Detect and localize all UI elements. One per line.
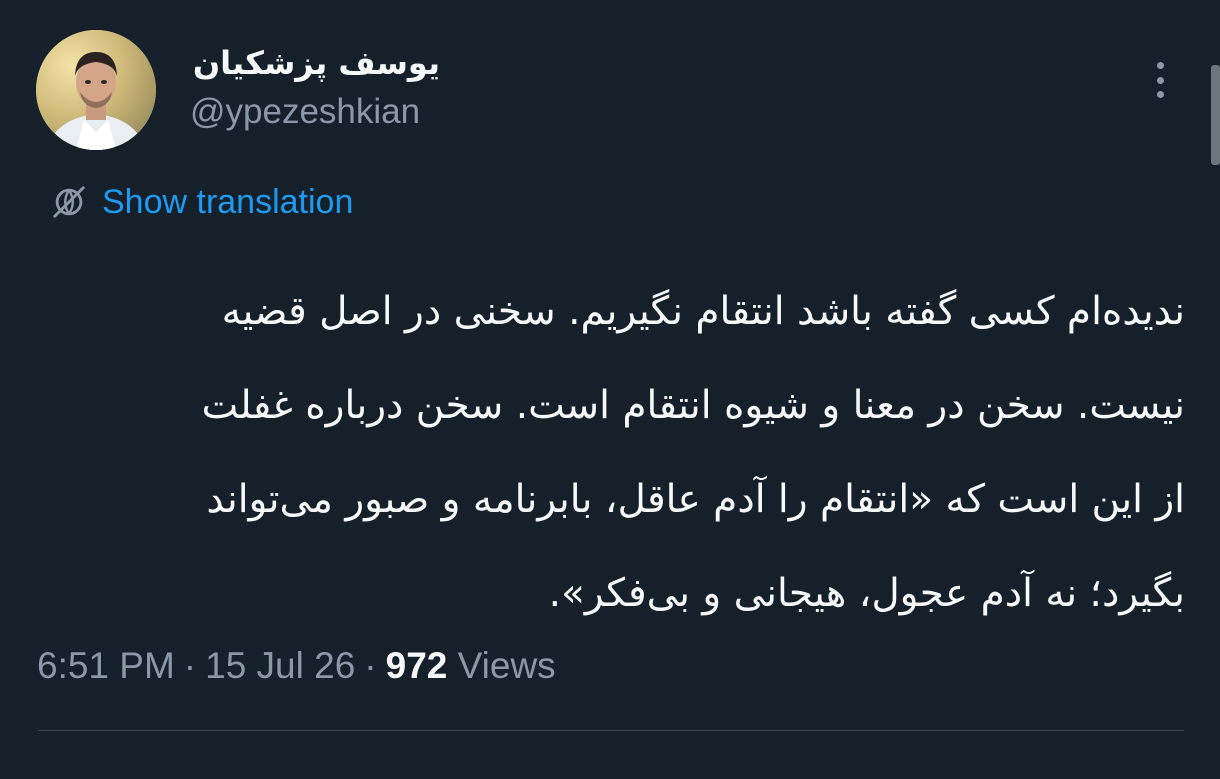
avatar[interactable] [36,30,156,150]
tweet-text-line: ندیده‌ام کسی گفته باشد انتقام نگیریم. سخ… [221,289,1185,334]
display-name[interactable]: یوسف پزشکیان [193,44,440,82]
tweet-text-line: نیست. سخن در معنا و شیوه انتقام است. سخن… [201,383,1185,428]
show-translation-button[interactable]: Show translation [50,180,353,224]
more-dot-icon [1156,91,1164,98]
show-translation-label[interactable]: Show translation [102,183,353,222]
views-count[interactable]: 972 [386,645,448,686]
scrollbar[interactable] [1211,65,1220,165]
divider [38,730,1184,731]
meta-separator: · [364,645,377,686]
meta-separator: · [183,645,197,686]
tweet-text-line: از این است که «انتقام را آدم عاقل، بابرن… [206,477,1185,522]
tweet-text: ندیده‌ام کسی گفته باشد انتقام نگیریم. سخ… [40,265,1185,641]
views-label[interactable]: Views [458,645,556,686]
profile-photo [36,30,156,150]
tweet-container: یوسف پزشکیان @ypezeshkian Show translati… [0,0,1220,779]
globe-icon [53,186,85,218]
more-dot-icon [1156,76,1164,84]
tweet-time[interactable]: 6:51 PM [37,645,175,686]
more-options-button[interactable] [1146,58,1174,102]
user-handle[interactable]: @ypezeshkian [190,92,420,132]
tweet-text-line: بگیرد؛ نه آدم عجول، هیجانی و بی‌فکر». [548,571,1185,616]
more-dot-icon [1156,62,1164,69]
tweet-date[interactable]: 15 Jul 26 [205,645,355,686]
tweet-meta: 6:51 PM · 15 Jul 26 · 972 Views [37,645,556,687]
